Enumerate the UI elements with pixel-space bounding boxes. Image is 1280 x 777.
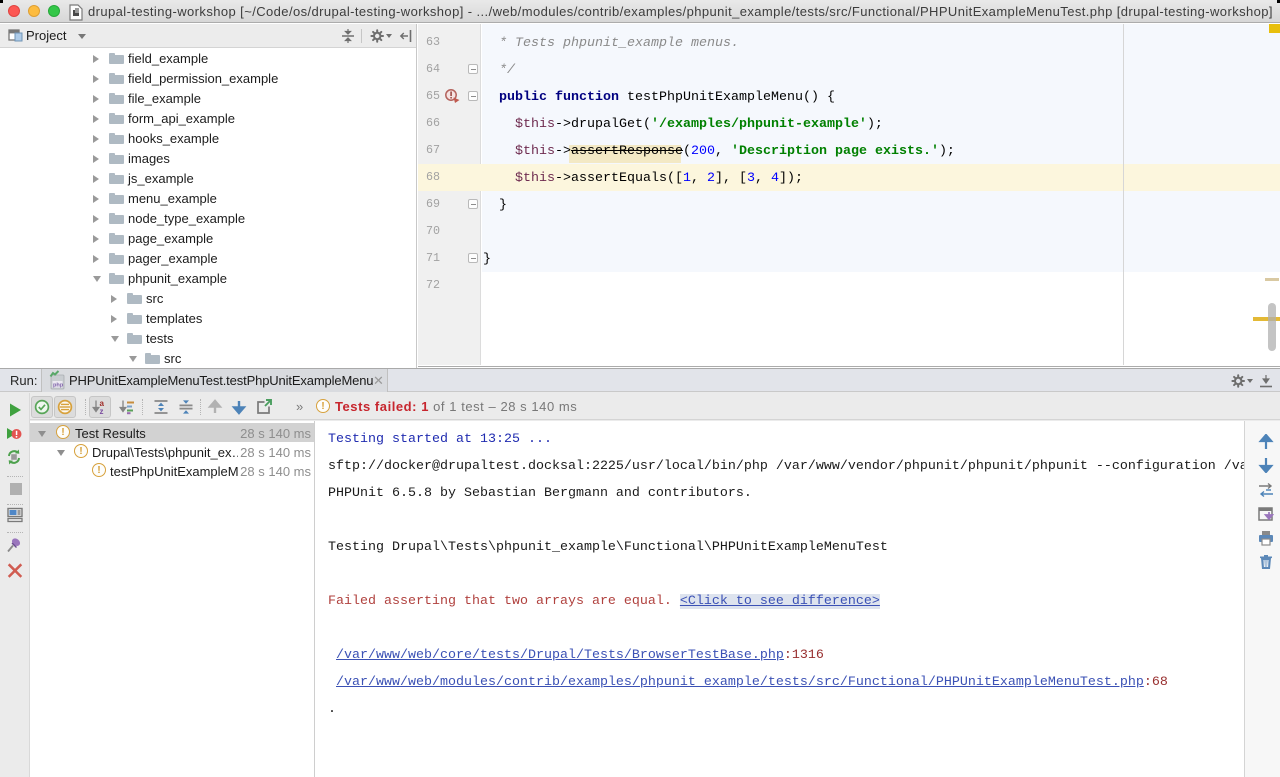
svg-text:php: php (53, 383, 64, 389)
svg-text:z: z (100, 407, 104, 415)
